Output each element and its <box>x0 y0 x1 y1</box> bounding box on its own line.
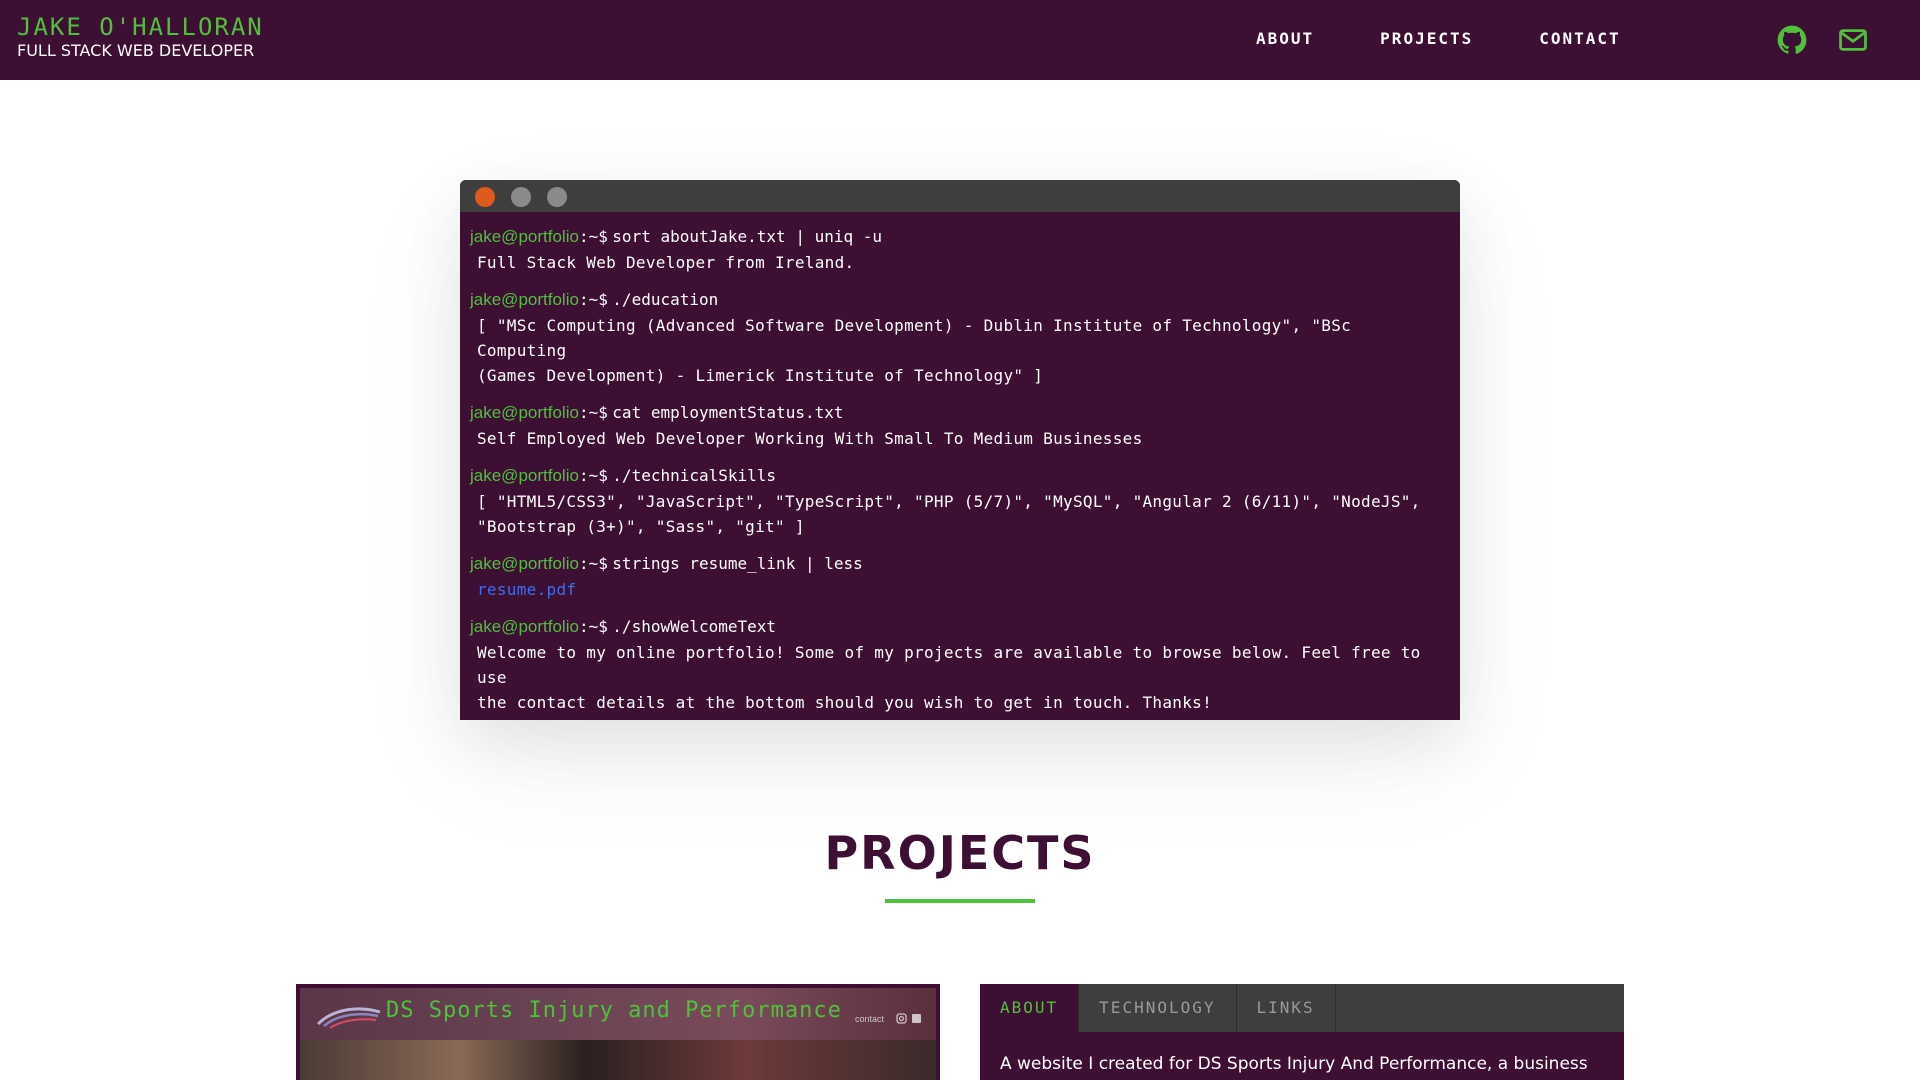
command-line: jake@portfolio:~$ ./technicalSkills <box>470 463 1450 489</box>
project-info-panel: ABOUT TECHNOLOGY LINKS A website I creat… <box>980 984 1624 1080</box>
brand[interactable]: JAKE O'HALLORAN FULL STACK WEB DEVELOPER <box>17 14 264 61</box>
resume-link[interactable]: resume.pdf <box>477 580 576 599</box>
terminal-entry: jake@portfolio:~$ ./education [ "MSc Com… <box>470 287 1450 388</box>
project-tabs: ABOUT TECHNOLOGY LINKS <box>980 984 1624 1032</box>
project-screenshot[interactable]: DS Sports Injury and Performance contact <box>296 984 940 1080</box>
prompt-symbol: :~$ <box>578 403 608 422</box>
terminal-titlebar <box>460 180 1460 212</box>
nav-contact[interactable]: CONTACT <box>1539 29 1620 49</box>
prompt-symbol: :~$ <box>578 227 608 246</box>
prompt-user: jake@portfolio <box>470 466 579 485</box>
command-output: the contact details at the bottom should… <box>477 693 1213 712</box>
projects-heading: PROJECTS <box>824 826 1096 880</box>
prompt-symbol: :~$ <box>578 617 608 636</box>
prompt-symbol: :~$ <box>578 466 608 485</box>
prompt-user: jake@portfolio <box>470 403 579 422</box>
main-nav: ABOUT PROJECTS CONTACT <box>1256 29 1687 49</box>
github-icon[interactable] <box>1777 25 1807 60</box>
prompt-user: jake@portfolio <box>470 554 579 573</box>
close-window-button[interactable] <box>475 187 495 207</box>
nav-projects[interactable]: PROJECTS <box>1380 29 1473 49</box>
command-output: "Bootstrap (3+)", "Sass", "git" ] <box>477 517 805 536</box>
command-text: ./showWelcomeText <box>612 617 777 636</box>
screenshot-photo <box>300 1040 936 1080</box>
prompt-user: jake@portfolio <box>470 617 579 636</box>
command-output: Full Stack Web Developer from Ireland. <box>477 253 855 272</box>
tab-about[interactable]: ABOUT <box>980 984 1080 1032</box>
command-output: resume.pdf <box>470 577 1450 602</box>
command-text: ./education <box>612 290 719 309</box>
screenshot-title: DS Sports Injury and Performance <box>386 998 842 1023</box>
command-text: strings resume_link | less <box>612 554 863 573</box>
prompt-symbol: :~$ <box>578 554 608 573</box>
command-output: (Games Development) - Limerick Institute… <box>477 366 1044 385</box>
terminal-body: jake@portfolio:~$ sort aboutJake.txt | u… <box>460 212 1460 720</box>
mail-icon[interactable] <box>1838 25 1868 60</box>
heading-underline <box>885 899 1035 903</box>
command-text: ./technicalSkills <box>612 466 777 485</box>
screenshot-nav: contact <box>855 1014 885 1024</box>
top-navbar: JAKE O'HALLORAN FULL STACK WEB DEVELOPER… <box>0 0 1920 80</box>
project-description: A website I created for DS Sports Injury… <box>1000 1054 1588 1074</box>
screenshot-social-icons <box>896 1012 924 1030</box>
minimize-window-button[interactable] <box>511 187 531 207</box>
command-output: Self Employed Web Developer Working With… <box>477 429 1143 448</box>
command-text: cat employmentStatus.txt <box>612 403 844 422</box>
terminal-window: jake@portfolio:~$ sort aboutJake.txt | u… <box>460 180 1460 720</box>
terminal-entry: jake@portfolio:~$ sort aboutJake.txt | u… <box>470 224 1450 275</box>
brand-name: JAKE O'HALLORAN <box>17 13 264 41</box>
terminal-entry: jake@portfolio:~$ cat employmentStatus.t… <box>470 400 1450 451</box>
prompt-user: jake@portfolio <box>470 227 579 246</box>
prompt-user: jake@portfolio <box>470 290 579 309</box>
command-output: [ "MSc Computing (Advanced Software Deve… <box>477 316 1352 360</box>
command-line: jake@portfolio:~$ cat employmentStatus.t… <box>470 400 1450 426</box>
nav-about[interactable]: ABOUT <box>1256 29 1314 49</box>
command-line: jake@portfolio:~$ ./education <box>470 287 1450 313</box>
maximize-window-button[interactable] <box>547 187 567 207</box>
command-line: jake@portfolio:~$ strings resume_link | … <box>470 551 1450 577</box>
logo-swoosh-icon <box>314 1004 384 1035</box>
prompt-symbol: :~$ <box>578 290 608 309</box>
terminal-entry: jake@portfolio:~$ strings resume_link | … <box>470 551 1450 602</box>
command-text: sort aboutJake.txt | uniq -u <box>612 227 883 246</box>
command-output: Welcome to my online portfolio! Some of … <box>477 643 1421 687</box>
command-output: [ "HTML5/CSS3", "JavaScript", "TypeScrip… <box>477 492 1421 511</box>
tab-links[interactable]: LINKS <box>1237 984 1336 1032</box>
terminal-entry: jake@portfolio:~$ ./technicalSkills [ "H… <box>470 463 1450 539</box>
command-line: jake@portfolio:~$ sort aboutJake.txt | u… <box>470 224 1450 250</box>
brand-role: FULL STACK WEB DEVELOPER <box>17 41 255 60</box>
tab-technology[interactable]: TECHNOLOGY <box>1079 984 1237 1032</box>
terminal-entry: jake@portfolio:~$ ./showWelcomeText Welc… <box>470 614 1450 715</box>
command-line: jake@portfolio:~$ ./showWelcomeText <box>470 614 1450 640</box>
